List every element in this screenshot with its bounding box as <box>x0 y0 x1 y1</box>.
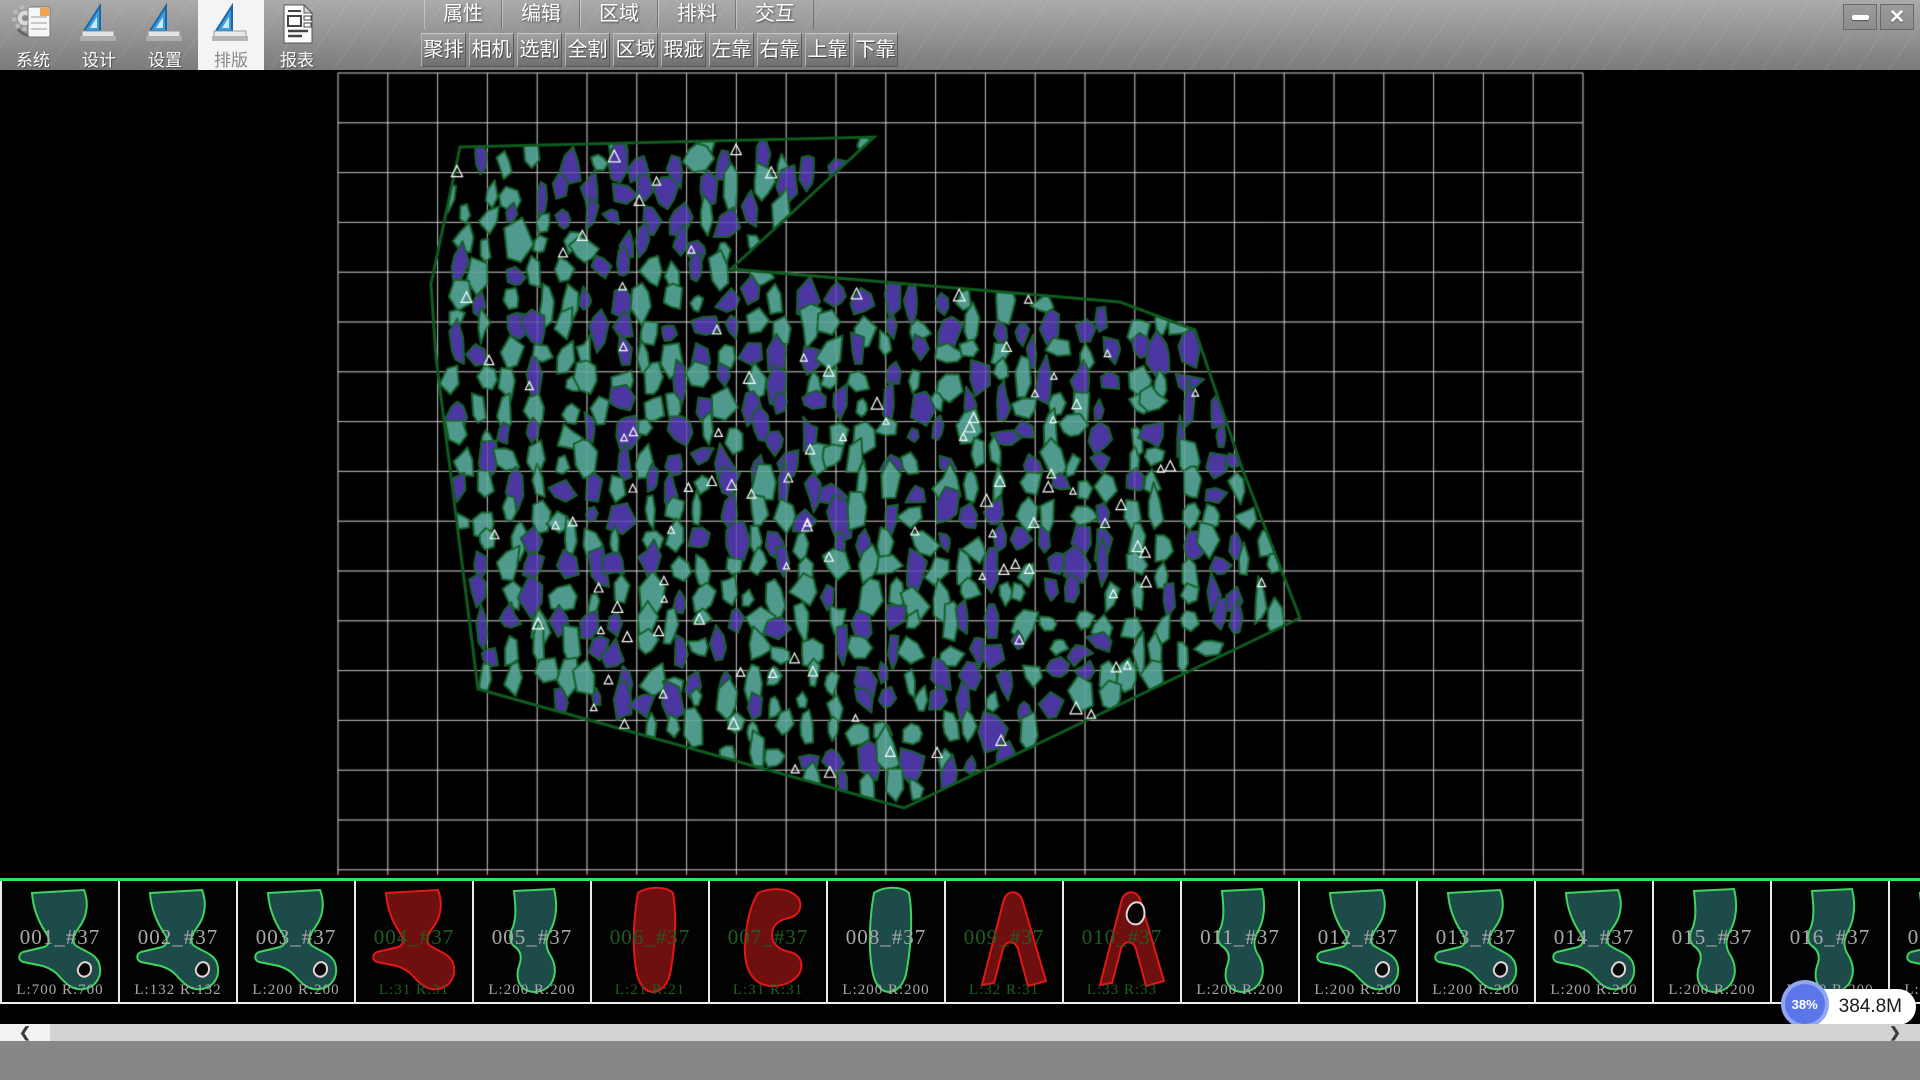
app-button-bar: 系统设计设置排版报表 <box>0 0 330 70</box>
app-button-5[interactable]: 报表 <box>264 0 330 70</box>
pieces-strip: 001_#37L:700 R:700002_#37L:132 R:132003_… <box>0 878 1920 1006</box>
app-button-4[interactable]: 排版 <box>198 0 264 70</box>
action-button-bar: 聚排相机选割全割区域瑕疵左靠右靠上靠下靠 <box>421 33 898 67</box>
thumbnail-cell-5[interactable]: 005_#37 L:200 R:200 <box>474 881 592 1002</box>
piece-name: 008_#37 <box>828 925 944 950</box>
action-button-8[interactable]: 右靠 <box>757 33 802 67</box>
piece-sizes: L:200 R:200 <box>474 982 590 999</box>
app-button-1[interactable]: 系统 <box>0 0 66 70</box>
action-button-7[interactable]: 左靠 <box>709 33 754 67</box>
menu-item-3[interactable]: 区域 <box>580 0 658 29</box>
thumbnail-cell-7[interactable]: 007_#37 L:31 R:31 <box>710 881 828 1002</box>
action-button-2[interactable]: 相机 <box>469 33 514 67</box>
piece-sizes: L:200 R:200 <box>828 982 944 999</box>
app-button-3[interactable]: 设置 <box>132 0 198 70</box>
system-icon <box>10 3 56 45</box>
memory-badge: 38% 384.8M <box>1783 989 1916 1025</box>
piece-sizes: L:31 R:31 <box>710 982 826 999</box>
thumbnail-cell-15[interactable]: 015_#37 L:200 R:200 <box>1654 881 1772 1002</box>
piece-name: 012_#37 <box>1300 925 1416 950</box>
thumbnail-cell-12[interactable]: 012_#37 L:200 R:200 <box>1300 881 1418 1002</box>
piece-name: 014_#37 <box>1536 925 1652 950</box>
piece-sizes: L:200 R:200 <box>1300 982 1416 999</box>
piece-name: 006_#37 <box>592 925 708 950</box>
piece-sizes: L:200 R:200 <box>1536 982 1652 999</box>
piece-sizes: L:200 R:200 <box>238 982 354 999</box>
report-icon <box>274 3 320 45</box>
piece-sizes: L:200 R:200 <box>1418 982 1534 999</box>
menu-item-5[interactable]: 交互 <box>736 0 814 29</box>
percent-indicator: 38% <box>1781 980 1829 1028</box>
thumbnail-cell-9[interactable]: 009_#37 L:32 R:31 <box>946 881 1064 1002</box>
piece-sizes: L:200 R:200 <box>1654 982 1770 999</box>
piece-sizes: L:700 R:700 <box>2 982 118 999</box>
window-controls: ✕ <box>1843 4 1914 30</box>
app-button-label: 报表 <box>264 46 330 71</box>
action-button-10[interactable]: 下靠 <box>853 33 898 67</box>
thumbnail-cell-10[interactable]: 010_#37 L:33 R:33 <box>1064 881 1182 1002</box>
piece-name: 002_#37 <box>120 925 236 950</box>
app-button-label: 系统 <box>0 46 66 71</box>
settings-icon <box>142 3 188 45</box>
piece-name: 016_#37 <box>1772 925 1888 950</box>
piece-sizes: L:132 R:132 <box>120 982 236 999</box>
menu-item-4[interactable]: 排料 <box>658 0 736 29</box>
close-icon: ✕ <box>1889 8 1905 27</box>
piece-name: 017_#37 <box>1890 925 1920 950</box>
app-button-label: 设计 <box>66 46 132 71</box>
top-toolbar: 系统设计设置排版报表 属性编辑区域排料交互 聚排相机选割全割区域瑕疵左靠右靠上靠… <box>0 0 1920 70</box>
action-button-9[interactable]: 上靠 <box>805 33 850 67</box>
piece-name: 009_#37 <box>946 925 1062 950</box>
menu-item-1[interactable]: 属性 <box>424 0 502 29</box>
piece-name: 013_#37 <box>1418 925 1534 950</box>
thumbnail-cell-3[interactable]: 003_#37 L:200 R:200 <box>238 881 356 1002</box>
app-button-label: 排版 <box>198 46 264 71</box>
piece-sizes: L:21 R:21 <box>592 982 708 999</box>
piece-name: 005_#37 <box>474 925 590 950</box>
piece-sizes: L:32 R:31 <box>946 982 1062 999</box>
minimize-button[interactable] <box>1843 4 1877 30</box>
scroll-left-button[interactable]: ❮ <box>0 1024 50 1041</box>
minimize-icon <box>1852 15 1869 20</box>
thumbnail-cell-17[interactable]: 017_#37L:200 R:200 <box>1890 881 1920 1002</box>
scroll-right-button[interactable]: ❯ <box>1870 1024 1920 1041</box>
action-button-4[interactable]: 全割 <box>565 33 610 67</box>
horizontal-scrollbar[interactable]: ❮ ❯ <box>0 1024 1920 1041</box>
action-button-1[interactable]: 聚排 <box>421 33 466 67</box>
status-bar <box>0 1041 1920 1080</box>
design-icon <box>76 3 122 45</box>
pieces-cells: 001_#37L:700 R:700002_#37L:132 R:132003_… <box>0 881 1920 1004</box>
piece-sizes: L:33 R:33 <box>1064 982 1180 999</box>
piece-sizes: L:31 R:31 <box>356 982 472 999</box>
app-button-label: 设置 <box>132 46 198 71</box>
piece-name: 011_#37 <box>1182 925 1298 950</box>
thumbnail-cell-11[interactable]: 011_#37 L:200 R:200 <box>1182 881 1300 1002</box>
close-button[interactable]: ✕ <box>1880 4 1914 30</box>
thumbnail-cell-4[interactable]: 004_#37 L:31 R:31 <box>356 881 474 1002</box>
nesting-icon <box>208 3 254 45</box>
nest-canvas[interactable] <box>0 70 1920 878</box>
piece-sizes: L:200 R:200 <box>1182 982 1298 999</box>
thumbnail-cell-13[interactable]: 013_#37 L:200 R:200 <box>1418 881 1536 1002</box>
thumbnail-cell-2[interactable]: 002_#37 L:132 R:132 <box>120 881 238 1002</box>
menu-bar: 属性编辑区域排料交互 <box>424 0 814 29</box>
piece-name: 007_#37 <box>710 925 826 950</box>
thumbnail-cell-14[interactable]: 014_#37 L:200 R:200 <box>1536 881 1654 1002</box>
thumbnail-cell-6[interactable]: 006_#37 L:21 R:21 <box>592 881 710 1002</box>
piece-name: 003_#37 <box>238 925 354 950</box>
thumbnail-cell-8[interactable]: 008_#37 L:200 R:200 <box>828 881 946 1002</box>
menu-item-2[interactable]: 编辑 <box>502 0 580 29</box>
thumbnail-cell-1[interactable]: 001_#37 L:700 R:700 <box>2 881 120 1002</box>
piece-name: 001_#37 <box>2 925 118 950</box>
memory-value: 384.8M <box>1839 996 1902 1018</box>
action-button-5[interactable]: 区域 <box>613 33 658 67</box>
piece-name: 004_#37 <box>356 925 472 950</box>
app-button-2[interactable]: 设计 <box>66 0 132 70</box>
piece-name: 010_#37 <box>1064 925 1180 950</box>
piece-name: 015_#37 <box>1654 925 1770 950</box>
percent-value: 38% <box>1792 997 1818 1012</box>
action-button-3[interactable]: 选割 <box>517 33 562 67</box>
action-button-6[interactable]: 瑕疵 <box>661 33 706 67</box>
